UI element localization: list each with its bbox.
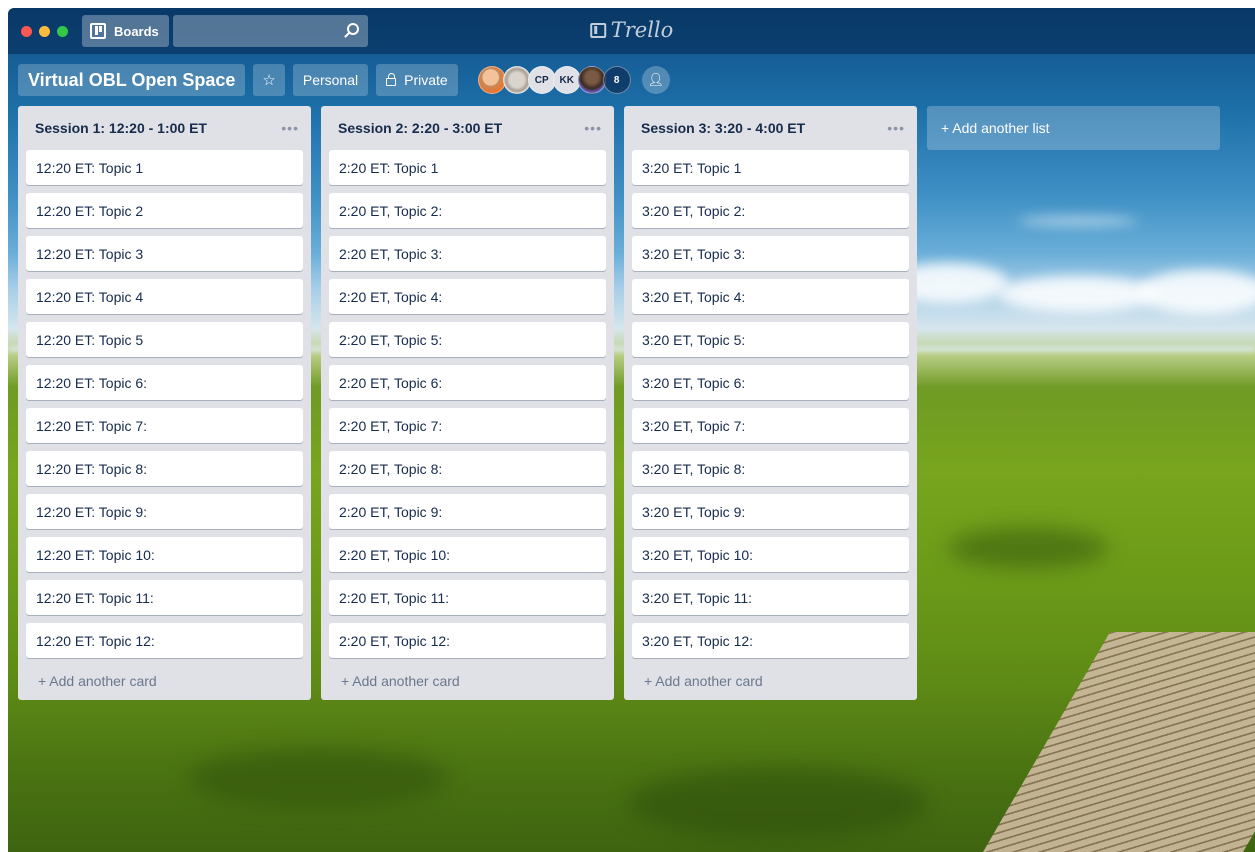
- trello-logo-icon: [589, 22, 606, 38]
- visibility-button[interactable]: Private: [376, 64, 458, 96]
- more-horizontal-icon[interactable]: •••: [887, 120, 905, 136]
- list: Session 2: 2:20 - 3:00 ET ••• 2:20 ET: T…: [321, 106, 614, 700]
- add-list-button[interactable]: + Add another list: [927, 106, 1220, 150]
- card[interactable]: 3:20 ET, Topic 12:: [632, 623, 909, 658]
- card[interactable]: 3:20 ET, Topic 11:: [632, 580, 909, 615]
- card[interactable]: 12:20 ET: Topic 7:: [26, 408, 303, 443]
- card-list: 3:20 ET: Topic 1 3:20 ET, Topic 2: 3:20 ET…: [624, 150, 917, 658]
- list-header: Session 2: 2:20 - 3:00 ET •••: [321, 106, 614, 150]
- more-horizontal-icon[interactable]: •••: [281, 120, 299, 136]
- search-box[interactable]: [172, 15, 368, 47]
- list: Session 1: 12:20 - 1:00 ET ••• 12:20 ET:…: [18, 106, 311, 700]
- list-title[interactable]: Session 1: 12:20 - 1:00 ET: [35, 120, 207, 136]
- card[interactable]: 3:20 ET, Topic 2:: [632, 193, 909, 228]
- card[interactable]: 12:20 ET: Topic 6:: [26, 365, 303, 400]
- card[interactable]: 2:20 ET, Topic 8:: [329, 451, 606, 486]
- list-header: Session 1: 12:20 - 1:00 ET •••: [18, 106, 311, 150]
- list-header: Session 3: 3:20 - 4:00 ET •••: [624, 106, 917, 150]
- team-button[interactable]: Personal: [292, 64, 369, 96]
- avatar[interactable]: [477, 66, 506, 94]
- card[interactable]: 12:20 ET: Topic 2: [26, 193, 303, 228]
- add-card-button[interactable]: + Add another card: [329, 666, 606, 696]
- more-horizontal-icon[interactable]: •••: [584, 120, 602, 136]
- app-window: Boards Trello Virtual OBL Open Space ☆ P…: [8, 8, 1255, 852]
- star-board-button[interactable]: ☆: [253, 64, 285, 96]
- card[interactable]: 3:20 ET, Topic 8:: [632, 451, 909, 486]
- avatar[interactable]: CP: [527, 66, 556, 94]
- card[interactable]: 2:20 ET, Topic 10:: [329, 537, 606, 572]
- avatar[interactable]: [502, 66, 531, 94]
- background-grass: [188, 748, 448, 808]
- maximize-window-button[interactable]: [57, 25, 68, 37]
- board-icon: [90, 23, 106, 39]
- search-icon[interactable]: [346, 23, 359, 35]
- card[interactable]: 12:20 ET: Topic 9:: [26, 494, 303, 529]
- avatar[interactable]: [577, 66, 606, 94]
- board-lists: Session 1: 12:20 - 1:00 ET ••• 12:20 ET:…: [18, 106, 1220, 700]
- card[interactable]: 2:20 ET, Topic 4:: [329, 279, 606, 314]
- close-window-button[interactable]: [21, 25, 32, 37]
- trello-logo[interactable]: Trello: [589, 18, 674, 42]
- card[interactable]: 2:20 ET, Topic 7:: [329, 408, 606, 443]
- list-title[interactable]: Session 2: 2:20 - 3:00 ET: [338, 120, 502, 136]
- card[interactable]: 12:20 ET: Topic 10:: [26, 537, 303, 572]
- card[interactable]: 12:20 ET: Topic 8:: [26, 451, 303, 486]
- card[interactable]: 3:20 ET, Topic 3:: [632, 236, 909, 271]
- card-list: 12:20 ET: Topic 1 12:20 ET: Topic 2 12:20 …: [18, 150, 311, 658]
- member-count-badge[interactable]: 8: [602, 66, 631, 94]
- add-member-button[interactable]: 👤︎: [641, 66, 670, 94]
- card[interactable]: 12:20 ET: Topic 12:: [26, 623, 303, 658]
- background-grass: [628, 768, 928, 838]
- window-controls: [21, 25, 68, 37]
- lock-icon: [386, 72, 397, 86]
- trello-logo-text: Trello: [610, 18, 674, 42]
- card[interactable]: 3:20 ET, Topic 10:: [632, 537, 909, 572]
- add-member-icon: 👤︎: [647, 72, 664, 87]
- card[interactable]: 2:20 ET, Topic 12:: [329, 623, 606, 658]
- card[interactable]: 12:20 ET: Topic 4: [26, 279, 303, 314]
- card[interactable]: 12:20 ET: Topic 1: [26, 150, 303, 185]
- minimize-window-button[interactable]: [39, 25, 50, 37]
- card[interactable]: 12:20 ET: Topic 11:: [26, 580, 303, 615]
- boards-button[interactable]: Boards: [82, 15, 169, 47]
- card[interactable]: 3:20 ET, Topic 6:: [632, 365, 909, 400]
- visibility-label: Private: [404, 72, 448, 88]
- card[interactable]: 2:20 ET, Topic 5:: [329, 322, 606, 357]
- card[interactable]: 12:20 ET: Topic 3: [26, 236, 303, 271]
- card[interactable]: 3:20 ET, Topic 7:: [632, 408, 909, 443]
- card[interactable]: 2:20 ET: Topic 1: [329, 150, 606, 185]
- card[interactable]: 2:20 ET, Topic 2:: [329, 193, 606, 228]
- card-list: 2:20 ET: Topic 1 2:20 ET, Topic 2: 2:20 ET…: [321, 150, 614, 658]
- boards-button-label: Boards: [114, 23, 159, 39]
- card[interactable]: 2:20 ET, Topic 9:: [329, 494, 606, 529]
- board-title[interactable]: Virtual OBL Open Space: [18, 64, 246, 96]
- card[interactable]: 2:20 ET, Topic 11:: [329, 580, 606, 615]
- card[interactable]: 3:20 ET, Topic 4:: [632, 279, 909, 314]
- list: Session 3: 3:20 - 4:00 ET ••• 3:20 ET: T…: [624, 106, 917, 700]
- add-card-button[interactable]: + Add another card: [632, 666, 909, 696]
- card[interactable]: 2:20 ET, Topic 3:: [329, 236, 606, 271]
- board-header: Virtual OBL Open Space ☆ Personal Privat…: [8, 61, 1255, 99]
- star-icon: ☆: [262, 72, 276, 89]
- team-label: Personal: [302, 72, 359, 88]
- add-card-button[interactable]: + Add another card: [26, 666, 303, 696]
- search-input[interactable]: [172, 15, 368, 47]
- card[interactable]: 2:20 ET, Topic 6:: [329, 365, 606, 400]
- avatar[interactable]: KK: [552, 66, 581, 94]
- top-bar: Boards Trello: [8, 8, 1255, 54]
- card[interactable]: 12:20 ET: Topic 5: [26, 322, 303, 357]
- list-title[interactable]: Session 3: 3:20 - 4:00 ET: [641, 120, 805, 136]
- card[interactable]: 3:20 ET: Topic 1: [632, 150, 909, 185]
- card[interactable]: 3:20 ET, Topic 5:: [632, 322, 909, 357]
- board-members: CP KK 8 👤︎: [477, 66, 670, 94]
- card[interactable]: 3:20 ET, Topic 9:: [632, 494, 909, 529]
